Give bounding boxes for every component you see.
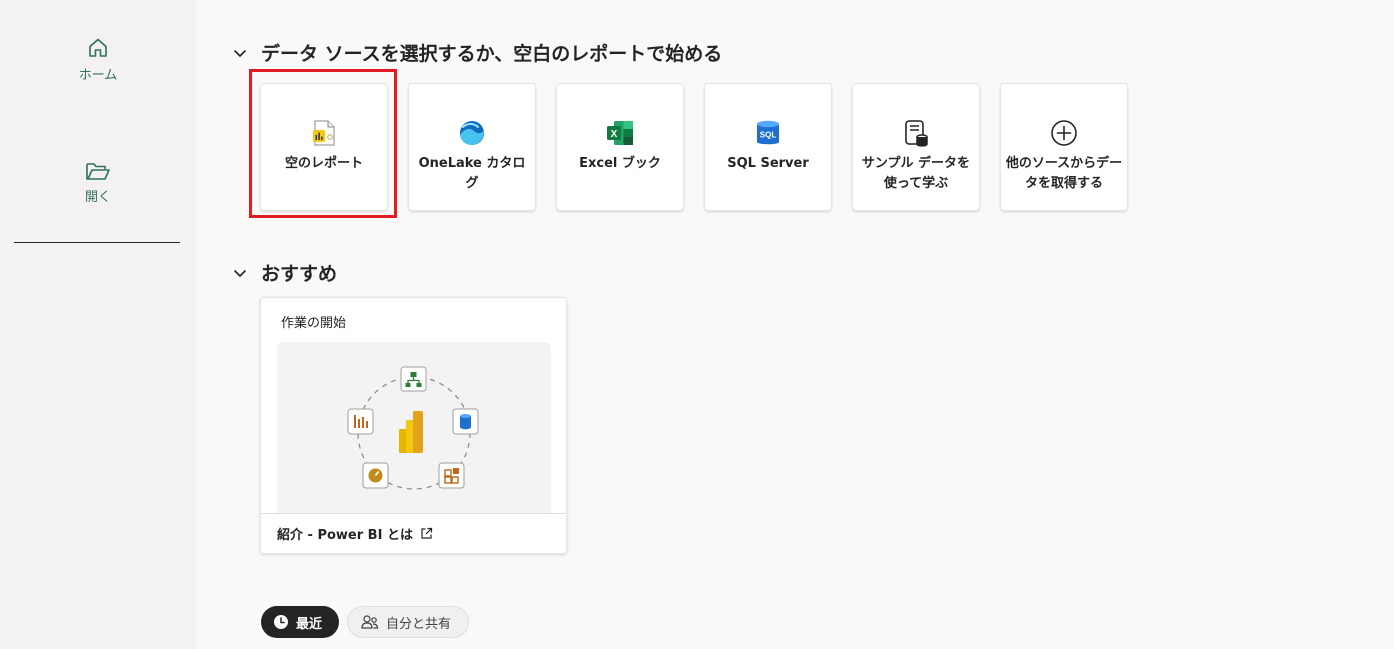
tab-shared-with-me[interactable]: 自分と共有 [347, 606, 469, 638]
sample-data-icon [901, 118, 931, 148]
recommended-section-header: おすすめ [230, 259, 337, 286]
getting-started-illustration [277, 342, 551, 514]
gauge-icon [362, 462, 389, 489]
onelake-icon [457, 118, 487, 148]
power-bi-logo [399, 411, 423, 453]
nav-divider [14, 242, 180, 243]
hierarchy-icon [400, 366, 427, 392]
people-icon [361, 615, 379, 629]
nav-home-label: ホーム [78, 68, 118, 83]
left-nav: ホーム 開く [0, 0, 196, 649]
card-sql-server[interactable]: SQL SQL Server [704, 83, 832, 211]
card-other-sources[interactable]: 他のソースからデータを取得する [1000, 83, 1128, 211]
clock-icon [274, 615, 288, 629]
intro-link-label: 紹介 - Power BI とは [277, 528, 413, 543]
card-sql-server-label: SQL Server [727, 156, 809, 171]
card-other-sources-label: 他のソースからデータを取得する [1005, 156, 1123, 191]
folder-open-icon [86, 163, 110, 180]
excel-icon: X [605, 118, 635, 148]
card-blank-report-label: 空のレポート [284, 156, 363, 171]
card-sample-data-label: サンプル データを使って学ぶ [861, 156, 971, 191]
chevron-down-icon[interactable] [230, 43, 250, 63]
apps-icon [438, 462, 465, 489]
card-excel[interactable]: X Excel ブック [556, 83, 684, 211]
tab-shared-label: 自分と共有 [386, 616, 452, 632]
svg-text:SQL: SQL [760, 131, 777, 140]
nav-open-label: 開く [84, 190, 111, 205]
card-onelake[interactable]: OneLake カタログ [408, 83, 536, 211]
data-source-cards: 空のレポート OneLake カタログ X Excel ブック SQL SQL … [260, 83, 1148, 211]
home-icon [89, 38, 107, 57]
add-circle-icon [1049, 118, 1079, 148]
tab-recent[interactable]: 最近 [261, 606, 339, 638]
open-external-icon [421, 527, 433, 539]
sql-server-icon: SQL [753, 118, 783, 148]
recommended-card[interactable]: 作業の開始 紹介 - Power BI とは [260, 297, 567, 554]
data-source-title: データ ソースを選択するか、空白のレポートで始める [261, 43, 723, 65]
svg-text:X: X [611, 129, 618, 140]
bar-chart-icon [347, 408, 374, 435]
data-source-section-header: データ ソースを選択するか、空白のレポートで始める [230, 39, 722, 66]
blank-report-icon [309, 118, 339, 148]
card-blank-report[interactable]: 空のレポート [260, 83, 388, 211]
tab-recent-label: 最近 [296, 616, 323, 632]
card-excel-label: Excel ブック [579, 156, 661, 171]
nav-open[interactable]: 開く [0, 160, 196, 205]
card-onelake-label: OneLake カタログ [418, 156, 526, 191]
database-icon [452, 408, 479, 435]
recommended-title: おすすめ [261, 263, 338, 285]
power-bi-intro-link[interactable]: 紹介 - Power BI とは [261, 513, 566, 553]
card-sample-data[interactable]: サンプル データを使って学ぶ [852, 83, 980, 211]
recommended-card-title: 作業の開始 [281, 316, 347, 331]
nav-home[interactable]: ホーム [0, 36, 196, 83]
chevron-down-icon[interactable] [230, 263, 250, 283]
